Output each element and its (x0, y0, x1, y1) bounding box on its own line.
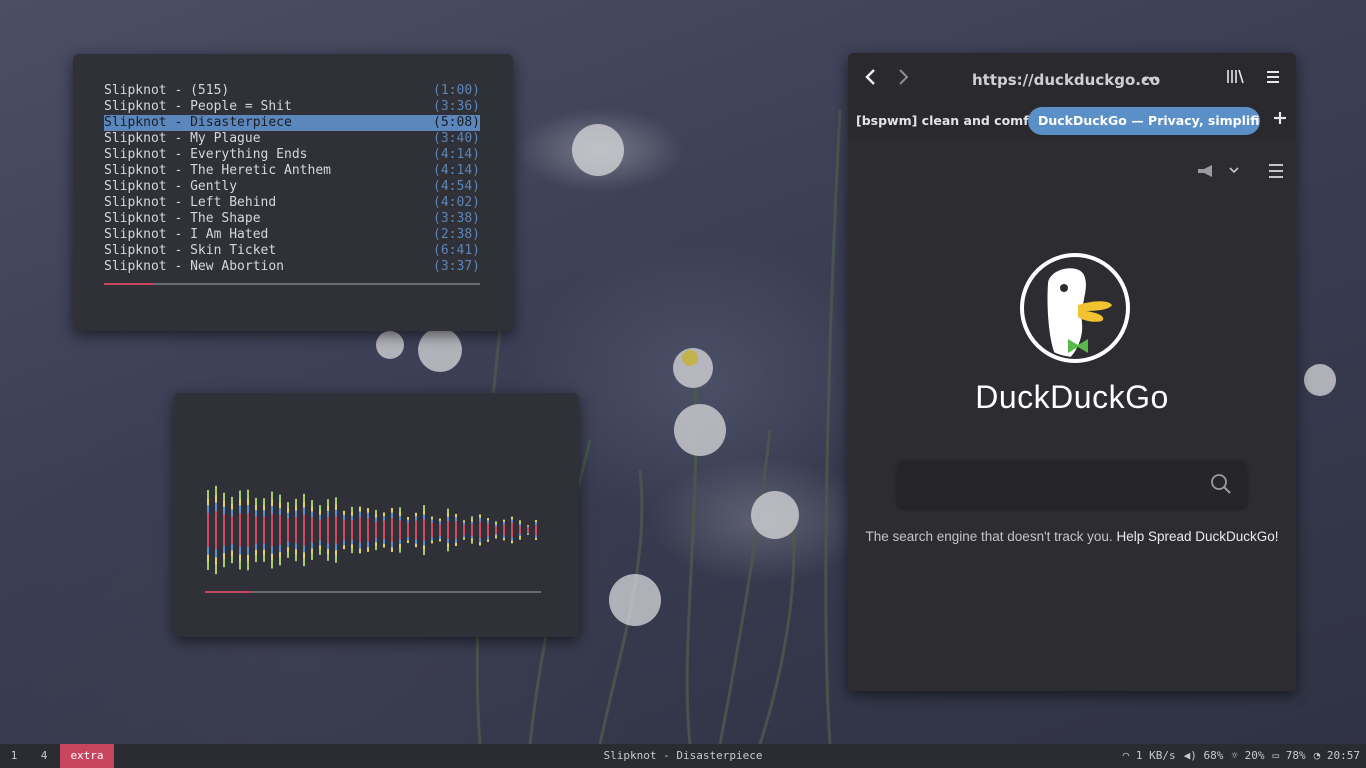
browser-toolbar: https://duckduckgo.co (848, 53, 1296, 103)
audio-visualizer-window (174, 393, 579, 637)
status-bar: 1 4 extra Slipknot - Disasterpiece ◠ 1 K… (0, 744, 1366, 768)
status-modules: ◠ 1 KB/s ◀) 68% ☼ 20% ▭ 78% ◔ 20:57 (1123, 744, 1360, 768)
ddg-wordmark: DuckDuckGo (975, 379, 1169, 415)
url-bar[interactable]: https://duckduckgo.co (972, 71, 1160, 89)
search-input[interactable] (910, 460, 1204, 509)
chevron-right-icon (899, 69, 909, 85)
duckduckgo-logo (1020, 253, 1130, 363)
playback-progress-fill (104, 283, 153, 285)
ddg-page: DuckDuckGo The search engine that doesn'… (848, 139, 1296, 691)
tab-unixporn[interactable]: [bspwm] clean and comfy : unixporn (856, 107, 1044, 135)
playback-progress-bar[interactable] (104, 283, 480, 285)
help-spread-link[interactable]: Help Spread DuckDuckGo! (1116, 529, 1278, 544)
ellipsis-icon (1143, 77, 1159, 81)
network-module: ◠ 1 KB/s (1122, 749, 1176, 762)
visualizer-bars (205, 485, 541, 593)
playlist-track[interactable]: Slipknot - (515) (1:00) (104, 83, 480, 99)
playlist-track[interactable]: Slipknot - Skin Ticket (6:41) (104, 243, 480, 259)
brightness-icon: ☼ (1231, 749, 1238, 762)
playlist-track-selected[interactable]: Slipknot - Disasterpiece (5:08) (104, 115, 480, 131)
tagline: The search engine that doesn't track you… (865, 529, 1279, 544)
clock-icon: ◔ (1313, 749, 1321, 762)
battery-icon: ▭ (1272, 749, 1280, 762)
menu-button[interactable] (1262, 66, 1284, 88)
playlist-track[interactable]: Slipknot - Gently (4:54) (104, 179, 480, 195)
page-actions-button[interactable] (1140, 68, 1162, 90)
browser-window: https://duckduckgo.co [bspwm] clean and … (848, 53, 1296, 691)
music-player-window: Slipknot - (515) (1:00) Slipknot - People… (73, 54, 513, 331)
playlist-track[interactable]: Slipknot - I Am Hated (2:38) (104, 227, 480, 243)
hamburger-icon (1267, 71, 1279, 83)
search-icon[interactable] (1210, 473, 1232, 495)
clock-module: ◔ 20:57 (1313, 749, 1360, 762)
new-tab-button[interactable] (1269, 110, 1291, 132)
back-button[interactable] (860, 66, 882, 88)
tab-duckduckgo[interactable]: DuckDuckGo — Privacy, simplified. (1028, 107, 1260, 135)
wifi-icon: ◠ (1122, 749, 1130, 762)
playlist-track[interactable]: Slipknot - The Heretic Anthem (4:14) (104, 163, 480, 179)
playlist: Slipknot - (515) (1:00) Slipknot - People… (104, 83, 480, 275)
playlist-track[interactable]: Slipknot - Everything Ends (4:14) (104, 147, 480, 163)
library-icon (1227, 69, 1244, 84)
tab-bar: [bspwm] clean and comfy : unixporn DuckD… (848, 103, 1296, 139)
speaker-icon: ◀) (1183, 749, 1197, 762)
forward-button[interactable] (892, 66, 914, 88)
page-menu-button[interactable] (1266, 161, 1286, 185)
library-button[interactable] (1224, 66, 1246, 88)
plus-icon (1274, 112, 1286, 124)
chevron-left-icon (865, 69, 875, 85)
hamburger-icon (1269, 164, 1283, 178)
playlist-track[interactable]: Slipknot - New Abortion (3:37) (104, 259, 480, 275)
playlist-track[interactable]: Slipknot - My Plague (3:40) (104, 131, 480, 147)
volume-module[interactable]: ◀) 68% (1184, 744, 1224, 768)
megaphone-icon (1198, 165, 1239, 177)
brightness-module: ☼ 20% (1231, 749, 1265, 762)
announcements-button[interactable] (1196, 163, 1242, 183)
playlist-track[interactable]: Slipknot - People = Shit (3:36) (104, 99, 480, 115)
playlist-track[interactable]: Slipknot - Left Behind (4:02) (104, 195, 480, 211)
playlist-track[interactable]: Slipknot - The Shape (3:38) (104, 211, 480, 227)
search-box (898, 460, 1246, 509)
battery-module: ▭ 78% (1272, 749, 1306, 762)
